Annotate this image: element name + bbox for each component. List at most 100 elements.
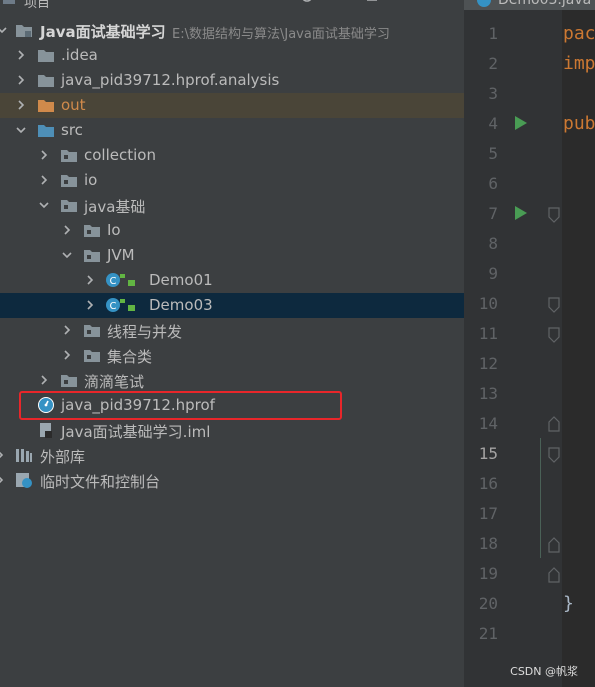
chevron-right-icon[interactable] — [84, 299, 96, 311]
external-libs-label: 外部库 — [40, 448, 86, 466]
line-number: 4 — [488, 114, 498, 133]
threads-label: 线程与并发 — [107, 323, 183, 341]
svg-text:C: C — [110, 276, 117, 287]
line-number: 21 — [478, 624, 498, 643]
fold-icon[interactable] — [548, 447, 560, 463]
line-number: 19 — [478, 564, 498, 583]
fold-icon[interactable] — [548, 207, 560, 223]
line-number: 14 — [478, 414, 498, 433]
tree-item-analysis[interactable]: java_pid39712.hprof.analysis — [0, 68, 464, 93]
minimize-icon[interactable] — [440, 0, 454, 6]
tree-item-jvm[interactable]: JVM — [0, 243, 464, 268]
io-label: io — [84, 171, 98, 189]
tree-item-collections-cn[interactable]: 集合类 — [0, 343, 464, 368]
module-folder-icon — [16, 25, 32, 37]
out-label: out — [61, 96, 86, 114]
idea-label: .idea — [61, 46, 98, 64]
tree-item-root[interactable]: Java面试基础学习 E:\数据结构与算法\Java面试基础学习 — [0, 18, 464, 43]
chevron-right-icon[interactable] — [61, 224, 73, 236]
collection-label: collection — [84, 146, 156, 164]
root-label: Java面试基础学习 — [40, 23, 166, 41]
chevron-down-icon[interactable] — [15, 124, 27, 136]
fold-end-icon[interactable] — [548, 567, 560, 583]
run-icon[interactable] — [514, 205, 528, 221]
chevron-right-icon[interactable] — [38, 374, 50, 386]
chevron-right-icon[interactable] — [15, 99, 27, 111]
line-number: 12 — [478, 354, 498, 373]
line-number: 13 — [478, 384, 498, 403]
collections-cn-label: 集合类 — [107, 348, 153, 366]
excluded-folder-icon — [38, 100, 54, 112]
editor-tab[interactable]: Demo03.java — [464, 0, 595, 10]
package-icon — [84, 325, 100, 337]
analysis-label: java_pid39712.hprof.analysis — [61, 71, 280, 89]
fold-end-icon[interactable] — [548, 416, 560, 432]
locate-icon[interactable] — [300, 0, 314, 6]
chevron-down-icon[interactable] — [38, 199, 50, 211]
chevron-right-icon[interactable] — [61, 349, 73, 361]
package-icon — [84, 350, 100, 362]
src-label: src — [61, 121, 83, 139]
chevron-down-icon[interactable] — [0, 24, 8, 36]
fold-icon[interactable] — [548, 327, 560, 343]
code-line-20: } — [563, 593, 574, 614]
collapse-all-icon[interactable] — [333, 0, 347, 6]
folder-icon — [38, 50, 54, 62]
line-number: 1 — [488, 24, 498, 43]
chevron-right-icon[interactable] — [38, 149, 50, 161]
package-icon — [61, 375, 77, 387]
tree-item-io[interactable]: io — [0, 168, 464, 193]
iml-label: Java面试基础学习.iml — [61, 423, 211, 441]
chevron-right-icon[interactable] — [15, 74, 27, 86]
code-line-1: pac — [563, 23, 595, 44]
tree-item-notes[interactable]: 滴滴笔试 — [0, 368, 464, 393]
line-number: 9 — [488, 264, 498, 283]
chevron-right-icon[interactable] — [15, 49, 27, 61]
indent-guide — [540, 438, 541, 558]
tree-item-threads[interactable]: 线程与并发 — [0, 318, 464, 343]
line-number: 11 — [478, 324, 498, 343]
tree-item-iml[interactable]: Java面试基础学习.iml — [0, 418, 464, 443]
notes-label: 滴滴笔试 — [84, 373, 145, 391]
line-number: 5 — [488, 144, 498, 163]
tree-item-Io[interactable]: Io — [0, 218, 464, 243]
fold-icon[interactable] — [548, 297, 560, 313]
chevron-right-icon[interactable] — [61, 324, 73, 336]
scratches-label: 临时文件和控制台 — [40, 473, 161, 491]
line-number: 3 — [488, 84, 498, 103]
line-number: 15 — [478, 444, 498, 463]
tree-item-demo03[interactable]: C Demo03 — [0, 293, 464, 318]
chevron-right-icon[interactable] — [0, 474, 6, 486]
java-basics-label: java基础 — [84, 198, 146, 216]
folder-icon — [38, 75, 54, 87]
chevron-right-icon[interactable] — [38, 174, 50, 186]
highlight-box — [19, 391, 342, 420]
package-icon — [84, 250, 100, 262]
Io-label: Io — [107, 221, 121, 239]
tree-item-collection[interactable]: collection — [0, 143, 464, 168]
run-icon[interactable] — [514, 115, 528, 131]
tree-item-idea[interactable]: .idea — [0, 43, 464, 68]
java-class-icon — [477, 0, 491, 7]
tree-item-demo01[interactable]: C Demo01 — [0, 268, 464, 293]
gear-icon[interactable] — [407, 0, 421, 6]
chevron-right-icon[interactable] — [84, 274, 96, 286]
line-number: 18 — [478, 534, 498, 553]
tree-item-java-basics[interactable]: java基础 — [0, 193, 464, 218]
code-area[interactable]: pac imp pub } — [540, 10, 595, 687]
tree-item-scratches[interactable]: 临时文件和控制台 — [0, 468, 464, 493]
line-number: 17 — [478, 504, 498, 523]
tree-item-external-libs[interactable]: 外部库 — [0, 443, 464, 468]
chevron-right-icon[interactable] — [0, 449, 6, 461]
line-number: 7 — [488, 204, 498, 223]
watermark: CSDN @帆浆 — [510, 665, 578, 678]
code-line-4: pub — [563, 113, 595, 134]
expand-all-icon[interactable] — [365, 0, 379, 6]
panel-title[interactable]: 项目 — [24, 0, 50, 10]
package-icon — [84, 225, 100, 237]
fold-end-icon[interactable] — [548, 537, 560, 553]
tree-item-out[interactable]: out — [0, 93, 464, 118]
code-line-2: imp — [563, 53, 595, 74]
tree-item-src[interactable]: src — [0, 118, 464, 143]
chevron-down-icon[interactable] — [61, 249, 73, 261]
